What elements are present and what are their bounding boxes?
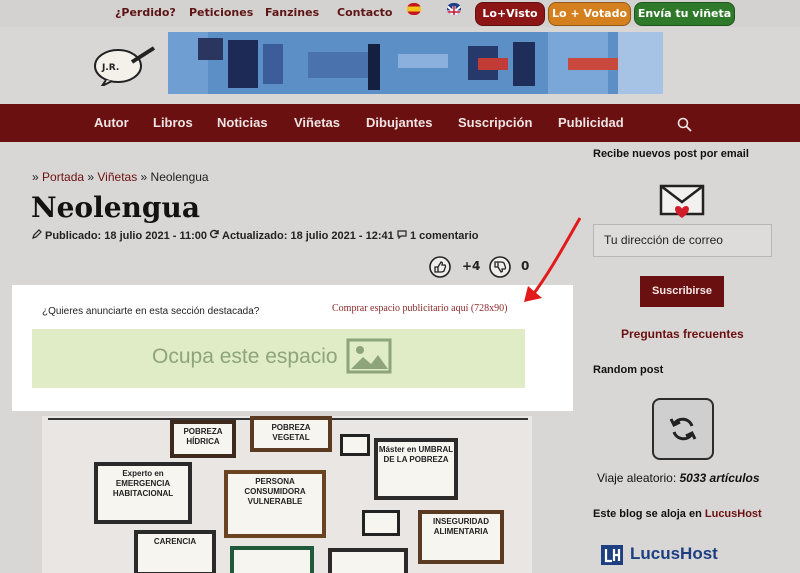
buy-ad-space-link[interactable]: Comprar espacio publicitario aquí (728x9…	[332, 303, 508, 314]
email-input[interactable]: Tu dirección de correo	[593, 224, 772, 257]
comments-count[interactable]: 1 comentario	[410, 230, 478, 242]
link-perdido[interactable]: ¿Perdido?	[115, 6, 176, 19]
likes-count: +4	[462, 259, 481, 273]
envia-tu-vineta-button[interactable]: Envía tu viñeta	[634, 2, 735, 26]
breadcrumb-current: Neolengua	[150, 170, 209, 184]
breadcrumb-home-link[interactable]: Portada	[42, 170, 84, 184]
article-count: 5033 artículos	[679, 471, 760, 485]
random-post-heading: Random post	[593, 364, 664, 376]
mail-heart-icon	[659, 184, 705, 218]
frame-emergencia-habitacional: Experto en EMERGENCIA HABITACIONAL	[94, 462, 192, 524]
svg-text:J.R.: J.R.	[101, 63, 119, 73]
comment-icon	[397, 230, 407, 239]
nav-suscripcion[interactable]: Suscripción	[458, 115, 532, 130]
faq-link[interactable]: Preguntas frecuentes	[621, 327, 744, 341]
random-post-button[interactable]	[652, 398, 714, 460]
site-logo-icon[interactable]: J.R.	[92, 44, 156, 86]
hosting-label: Este blog se aloja en	[593, 508, 705, 520]
english-flag-icon[interactable]	[447, 3, 461, 15]
lucushost-logo[interactable]: LucusHost	[600, 542, 740, 568]
frame-inseguridad-alimentaria: INSEGURIDAD ALIMENTARIA	[418, 510, 504, 564]
frame-pobreza-vegetal: POBREZA VEGETAL	[250, 416, 332, 452]
nav-libros[interactable]: Libros	[153, 115, 193, 130]
ad-question: ¿Quieres anunciarte en esta sección dest…	[42, 306, 260, 317]
frame-persona-consumidora: PERSONA CONSUMIDORA VULNERABLE	[224, 470, 326, 538]
lo-mas-votado-button[interactable]: Lo + Votado	[548, 2, 631, 26]
spanish-flag-icon[interactable]	[407, 3, 421, 15]
updated-date: Actualizado: 18 julio 2021 - 12:41	[222, 230, 394, 242]
breadcrumb-separator: »	[32, 170, 43, 184]
frame-umbral-pobreza: Máster en UMBRAL DE LA POBREZA	[374, 438, 458, 500]
nav-dibujantes[interactable]: Dibujantes	[366, 115, 432, 130]
frame-small	[362, 510, 400, 536]
refresh-icon	[209, 229, 219, 239]
lucushost-link[interactable]: LucusHost	[705, 508, 762, 520]
top-bar: ¿Perdido? Peticiones Fanzines Contacto L…	[0, 0, 800, 27]
post-illustration: POBREZA HÍDRICA POBREZA VEGETAL Máster e…	[42, 416, 532, 573]
nav-autor[interactable]: Autor	[94, 115, 129, 130]
post-title: Neolengua	[31, 191, 200, 224]
breadcrumb-section-link[interactable]: Viñetas	[97, 170, 137, 184]
ad-placeholder-text: Ocupa este espacio	[152, 345, 338, 368]
frame-small	[340, 434, 370, 456]
email-subscribe-heading: Recibe nuevos post por email	[593, 148, 749, 160]
thumbs-down-icon[interactable]	[488, 255, 512, 279]
edit-icon	[32, 229, 42, 239]
frame-pobreza-hidrica: POBREZA HÍDRICA	[170, 420, 236, 458]
frame-small	[230, 546, 314, 573]
ad-placeholder-slot[interactable]: Ocupa este espacio	[32, 329, 525, 388]
frame-carencia: CARENCIA	[134, 530, 216, 573]
breadcrumb-separator: »	[84, 170, 98, 184]
breadcrumb: » Portada » Viñetas » Neolengua	[32, 170, 209, 184]
header-banner-ad[interactable]	[168, 32, 663, 94]
nav-publicidad[interactable]: Publicidad	[558, 115, 624, 130]
random-trip-label: Viaje aleatorio:	[597, 471, 680, 485]
published-date: Publicado: 18 julio 2021 - 11:00	[45, 230, 208, 242]
red-arrow-icon	[524, 217, 582, 302]
search-icon[interactable]	[677, 117, 692, 132]
hosting-line: Este blog se aloja en LucusHost	[593, 508, 762, 520]
post-comments[interactable]: 1 comentario	[397, 229, 478, 242]
lucushost-logo-icon	[601, 545, 623, 565]
thumbs-up-icon[interactable]	[428, 255, 452, 279]
nav-noticias[interactable]: Noticias	[217, 115, 268, 130]
link-fanzines[interactable]: Fanzines	[265, 6, 319, 19]
nav-vinetas[interactable]: Viñetas	[294, 115, 340, 130]
post-updated: Actualizado: 18 julio 2021 - 12:41	[209, 229, 394, 242]
lucushost-logo-text: LucusHost	[630, 544, 718, 563]
subscribe-button[interactable]: Suscribirse	[640, 276, 724, 307]
lo-mas-visto-button[interactable]: Lo+Visto	[475, 2, 545, 26]
image-placeholder-icon	[346, 338, 392, 374]
random-trip-count: Viaje aleatorio: 5033 artículos	[597, 471, 760, 485]
link-peticiones[interactable]: Peticiones	[189, 6, 253, 19]
main-nav: Autor Libros Noticias Viñetas Dibujantes…	[0, 104, 800, 142]
frame-small	[328, 548, 408, 573]
featured-ad-box: ¿Quieres anunciarte en esta sección dest…	[12, 285, 573, 411]
post-published: Publicado: 18 julio 2021 - 11:00	[32, 229, 207, 242]
breadcrumb-separator: »	[137, 170, 151, 184]
shuffle-refresh-icon	[669, 417, 697, 441]
link-contacto[interactable]: Contacto	[337, 6, 392, 19]
